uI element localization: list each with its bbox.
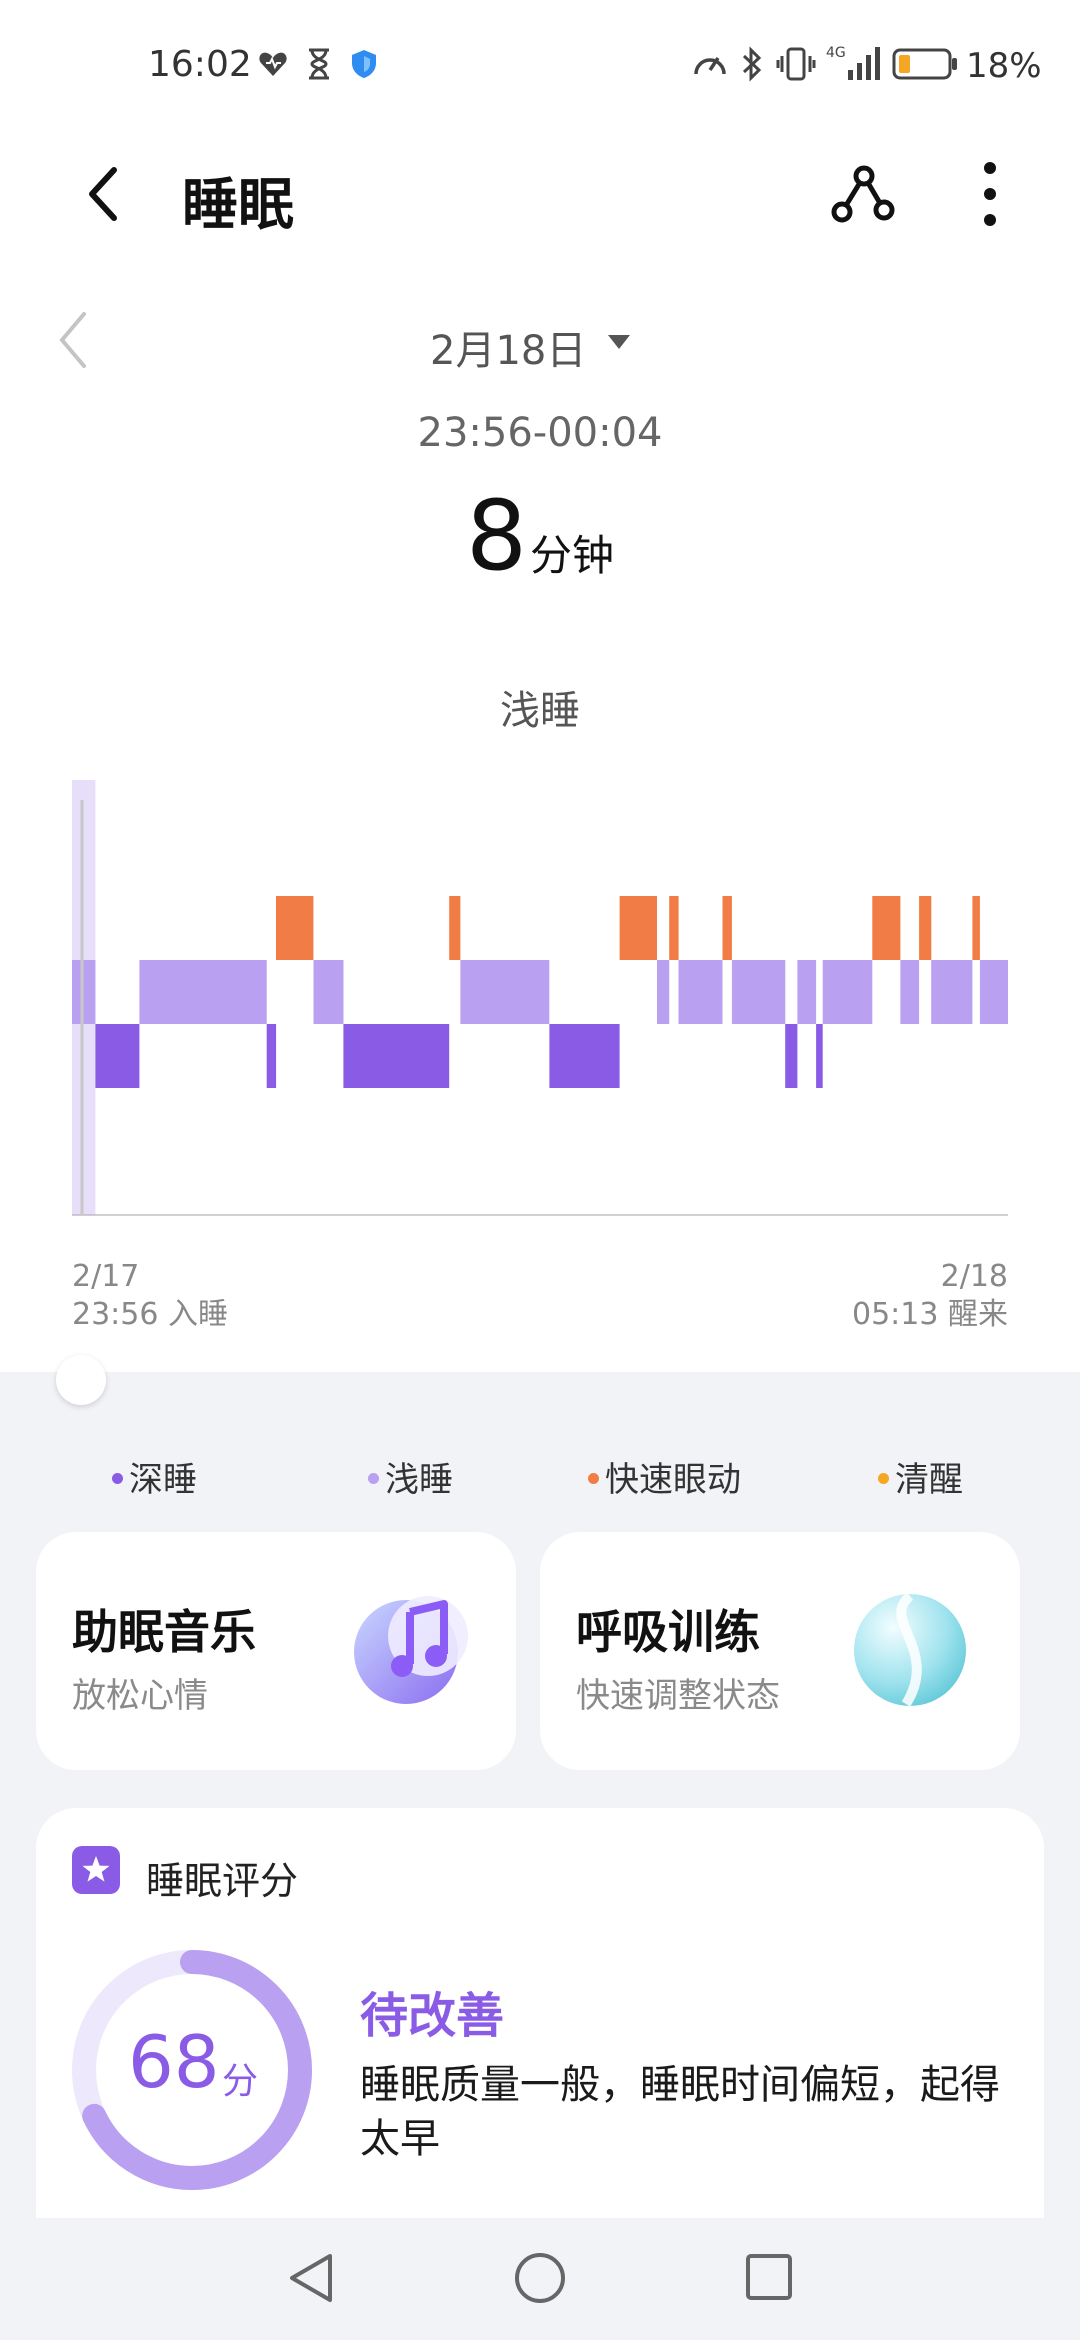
sleep-score-unit: 分: [222, 2061, 259, 2102]
hourglass-icon: [309, 48, 329, 80]
chart-start-label: 2/17 23:56 入睡: [72, 1258, 228, 1334]
breath-training-title: 呼吸训练: [576, 1605, 760, 1659]
stage-segment-5[interactable]: [313, 960, 344, 1024]
sleep-score-title: 睡眠评分: [146, 1859, 299, 1903]
stage-segment-9[interactable]: [549, 1024, 620, 1088]
stage-segment-7[interactable]: [449, 896, 461, 960]
sleep-music-card[interactable]: 助眠音乐 放松心情: [36, 1532, 516, 1770]
legend-deep-dot: [112, 1473, 123, 1484]
stage-segment-8[interactable]: [460, 960, 550, 1024]
timeline-slider-handle[interactable]: [56, 1355, 106, 1405]
segment-time-range: 23:56-00:04: [417, 410, 663, 456]
legend-rem-label: 快速眼动: [605, 1460, 741, 1500]
stage-segment-25[interactable]: [979, 960, 1008, 1024]
music-moon-icon: [354, 1596, 468, 1704]
stage-segment-19[interactable]: [822, 960, 873, 1024]
segment-duration-value: 8: [466, 480, 528, 592]
status-time: 16:02: [148, 44, 252, 85]
sleep-music-subtitle: 放松心情: [72, 1676, 208, 1716]
nav-recents-icon[interactable]: [744, 2252, 794, 2302]
chart-end-time: 05:13 醒来: [852, 1297, 1008, 1332]
sleep-score-value: 68: [128, 2020, 220, 2104]
share-icon[interactable]: [830, 164, 896, 224]
stage-segment-1[interactable]: [95, 1024, 140, 1088]
stage-segment-10[interactable]: [619, 896, 657, 960]
signal-icon: [848, 47, 880, 80]
more-vertical-icon[interactable]: [978, 160, 1002, 228]
stage-segment-17[interactable]: [797, 960, 817, 1024]
chart-start-date: 2/17: [72, 1259, 140, 1294]
chart-start-time: 23:56 入睡: [72, 1297, 228, 1332]
stage-segment-21[interactable]: [900, 960, 920, 1024]
chart-end-label: 2/18 05:13 醒来: [852, 1258, 1008, 1334]
selected-stage-label: 浅睡: [500, 688, 580, 734]
stage-segment-6[interactable]: [343, 1024, 450, 1088]
star-badge-icon: [72, 1846, 120, 1894]
nav-home-icon[interactable]: [512, 2250, 568, 2306]
breath-training-subtitle: 快速调整状态: [576, 1676, 780, 1716]
sleep-score-status: 待改善: [360, 1988, 505, 2044]
nav-back-icon[interactable]: [284, 2250, 338, 2306]
stage-segment-3[interactable]: [266, 1024, 277, 1088]
battery-icon: [892, 48, 957, 80]
stage-segment-18[interactable]: [816, 1024, 823, 1088]
legend-light-dot: [368, 1473, 379, 1484]
bluetooth-icon: [742, 46, 762, 82]
stage-segment-22[interactable]: [919, 896, 932, 960]
vibrate-icon: [776, 47, 816, 81]
stage-segment-23[interactable]: [931, 960, 973, 1024]
stage-segment-16[interactable]: [785, 1024, 798, 1088]
speed-icon: [694, 57, 726, 75]
legend-deep: 深睡: [112, 1452, 197, 1501]
chevron-down-icon[interactable]: [606, 332, 632, 352]
breath-training-card[interactable]: 呼吸训练 快速调整状态: [540, 1532, 1020, 1770]
network-type-label: 4G: [826, 45, 846, 61]
legend-rem: 快速眼动: [588, 1452, 741, 1501]
breathing-orb-icon: [854, 1592, 966, 1707]
selection-highlight: [72, 780, 96, 1215]
sleep-score-card[interactable]: 睡眠评分 68 分 待改善 睡眠质量一般，睡眠时间偏短，起得太早: [36, 1808, 1044, 2268]
back-arrow-icon[interactable]: [84, 164, 124, 224]
stage-segment-24[interactable]: [972, 896, 980, 960]
stage-segment-20[interactable]: [872, 896, 901, 960]
stage-segment-4[interactable]: [276, 896, 314, 960]
health-heart-icon: [259, 52, 287, 76]
legend-awake-dot: [878, 1473, 889, 1484]
sleep-stage-chart[interactable]: [0, 780, 1080, 1240]
stage-segment-12[interactable]: [669, 896, 679, 960]
stage-segment-13[interactable]: [678, 960, 723, 1024]
date-selector[interactable]: 2月18日: [430, 318, 586, 376]
date-text: 2月18日: [430, 328, 587, 374]
segment-duration-unit: 分钟: [530, 531, 615, 580]
sleep-music-title: 助眠音乐: [72, 1605, 256, 1659]
battery-percent: 18%: [966, 46, 1042, 86]
legend-deep-label: 深睡: [129, 1460, 197, 1500]
legend-light: 浅睡: [368, 1452, 453, 1501]
chart-end-date: 2/18: [940, 1259, 1008, 1294]
stage-segment-14[interactable]: [722, 896, 732, 960]
legend-awake: 清醒: [878, 1452, 963, 1501]
stage-segment-11[interactable]: [657, 960, 670, 1024]
legend-light-label: 浅睡: [385, 1460, 453, 1500]
page-title: 睡眠: [182, 173, 294, 238]
legend-rem-dot: [588, 1473, 599, 1484]
stage-segment-15[interactable]: [731, 960, 786, 1024]
stage-segment-2[interactable]: [139, 960, 267, 1024]
previous-day-icon[interactable]: [56, 310, 90, 370]
legend-awake-label: 清醒: [895, 1460, 963, 1500]
sleep-score-description: 睡眠质量一般，睡眠时间偏短，起得太早: [360, 2062, 1000, 2162]
shield-icon: [352, 50, 376, 78]
